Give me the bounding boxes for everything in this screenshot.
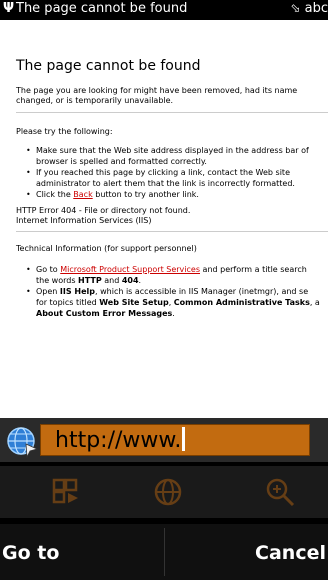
list-item: • Open IIS Help, which is accessible in I… — [26, 287, 309, 297]
input-mode-label: abc — [304, 1, 328, 16]
window-title: The page cannot be found — [16, 1, 188, 16]
bullet-dot: • — [26, 190, 31, 199]
bullet-text: and perform a title search — [200, 265, 307, 274]
page-heading: The page cannot be found — [16, 58, 201, 74]
cancel-button[interactable]: Cancel — [255, 542, 326, 564]
bullet-dot: • — [26, 265, 31, 274]
bullet-text: the words — [36, 276, 79, 285]
bullet-text: browser is spelled and formatted correct… — [36, 157, 207, 166]
text-cursor — [182, 427, 186, 451]
bullet-dot: • — [26, 168, 31, 177]
bullet-bold-text: Web Site Setup — [99, 298, 169, 307]
bullet-text: If you reached this page by clicking a l… — [36, 168, 290, 177]
server-info: Internet Information Services (IIS) — [16, 216, 152, 225]
support-services-link[interactable]: Microsoft Product Support Services — [60, 265, 200, 274]
list-item: • Go to Microsoft Product Support Service… — [26, 265, 307, 275]
list-item-continued: administrator to alert them that the lin… — [36, 179, 295, 189]
bullet-bold-text: Common Administrative Tasks — [173, 298, 310, 307]
input-mode-icon: ⬂ — [290, 1, 301, 15]
list-item: • Make sure that the Web site address dis… — [26, 146, 309, 156]
url-input[interactable]: http://www. — [40, 424, 310, 456]
bullet-text: button to try another link. — [92, 190, 199, 199]
tech-heading: Technical Information (for support perso… — [16, 244, 197, 253]
list-item-continued: browser is spelled and formatted correct… — [36, 157, 207, 167]
bullet-text: Click the — [36, 190, 74, 199]
bullet-bold-text: About Custom Error Messages — [36, 309, 173, 318]
bullet-text: . — [138, 276, 142, 285]
signal-icon: Ψ — [3, 1, 15, 16]
input-mode-indicator: ⬂ abc — [290, 1, 328, 16]
bullet-text: administrator to alert them that the lin… — [36, 179, 295, 188]
try-heading: Please try the following: — [16, 127, 113, 136]
list-item: • Click the Back button to try another li… — [26, 190, 199, 200]
bullet-bold-text: HTTP — [78, 276, 102, 285]
bullet-text: , a — [309, 298, 320, 307]
divider — [16, 112, 328, 113]
go-to-button[interactable]: Go to — [2, 542, 59, 564]
divider — [164, 528, 165, 576]
intro-line: changed, or is temporarily unavailable. — [16, 96, 174, 105]
bullet-text: for topics titled — [36, 298, 100, 307]
list-item-continued: About Custom Error Messages. — [36, 309, 175, 319]
status-bar: Ψ The page cannot be found ⬂ abc — [0, 0, 328, 20]
bullet-bold-text: 404 — [121, 276, 139, 285]
url-text: http://www. — [55, 428, 182, 453]
back-link[interactable]: Back — [73, 190, 92, 199]
bullet-bold-text: IIS Help — [59, 287, 96, 296]
list-item-continued: the words HTTP and 404. — [36, 276, 141, 286]
bullet-text: Go to — [36, 265, 61, 274]
list-item: • If you reached this page by clicking a … — [26, 168, 290, 178]
list-item-continued: for topics titled Web Site Setup, Common… — [36, 298, 320, 308]
error-code: HTTP Error 404 - File or directory not f… — [16, 206, 191, 215]
bullet-text: , which is accessible in IIS Manager (in… — [95, 287, 309, 296]
zoom-in-icon[interactable] — [262, 474, 298, 510]
bullet-dot: • — [26, 146, 31, 155]
bullet-text: Open — [36, 287, 60, 296]
page-content[interactable]: The page cannot be found The page you ar… — [0, 20, 328, 418]
bullet-text: . — [172, 309, 175, 318]
divider — [16, 231, 328, 232]
intro-line: The page you are looking for might have … — [16, 86, 298, 95]
grid-view-icon[interactable] — [48, 474, 84, 510]
bullet-text: and — [101, 276, 122, 285]
bullet-dot: • — [26, 287, 31, 296]
globe-icon — [7, 427, 39, 458]
bullet-text: Make sure that the Web site address disp… — [36, 146, 309, 155]
url-value: http://www. — [55, 427, 186, 453]
globe-icon[interactable] — [150, 474, 186, 510]
